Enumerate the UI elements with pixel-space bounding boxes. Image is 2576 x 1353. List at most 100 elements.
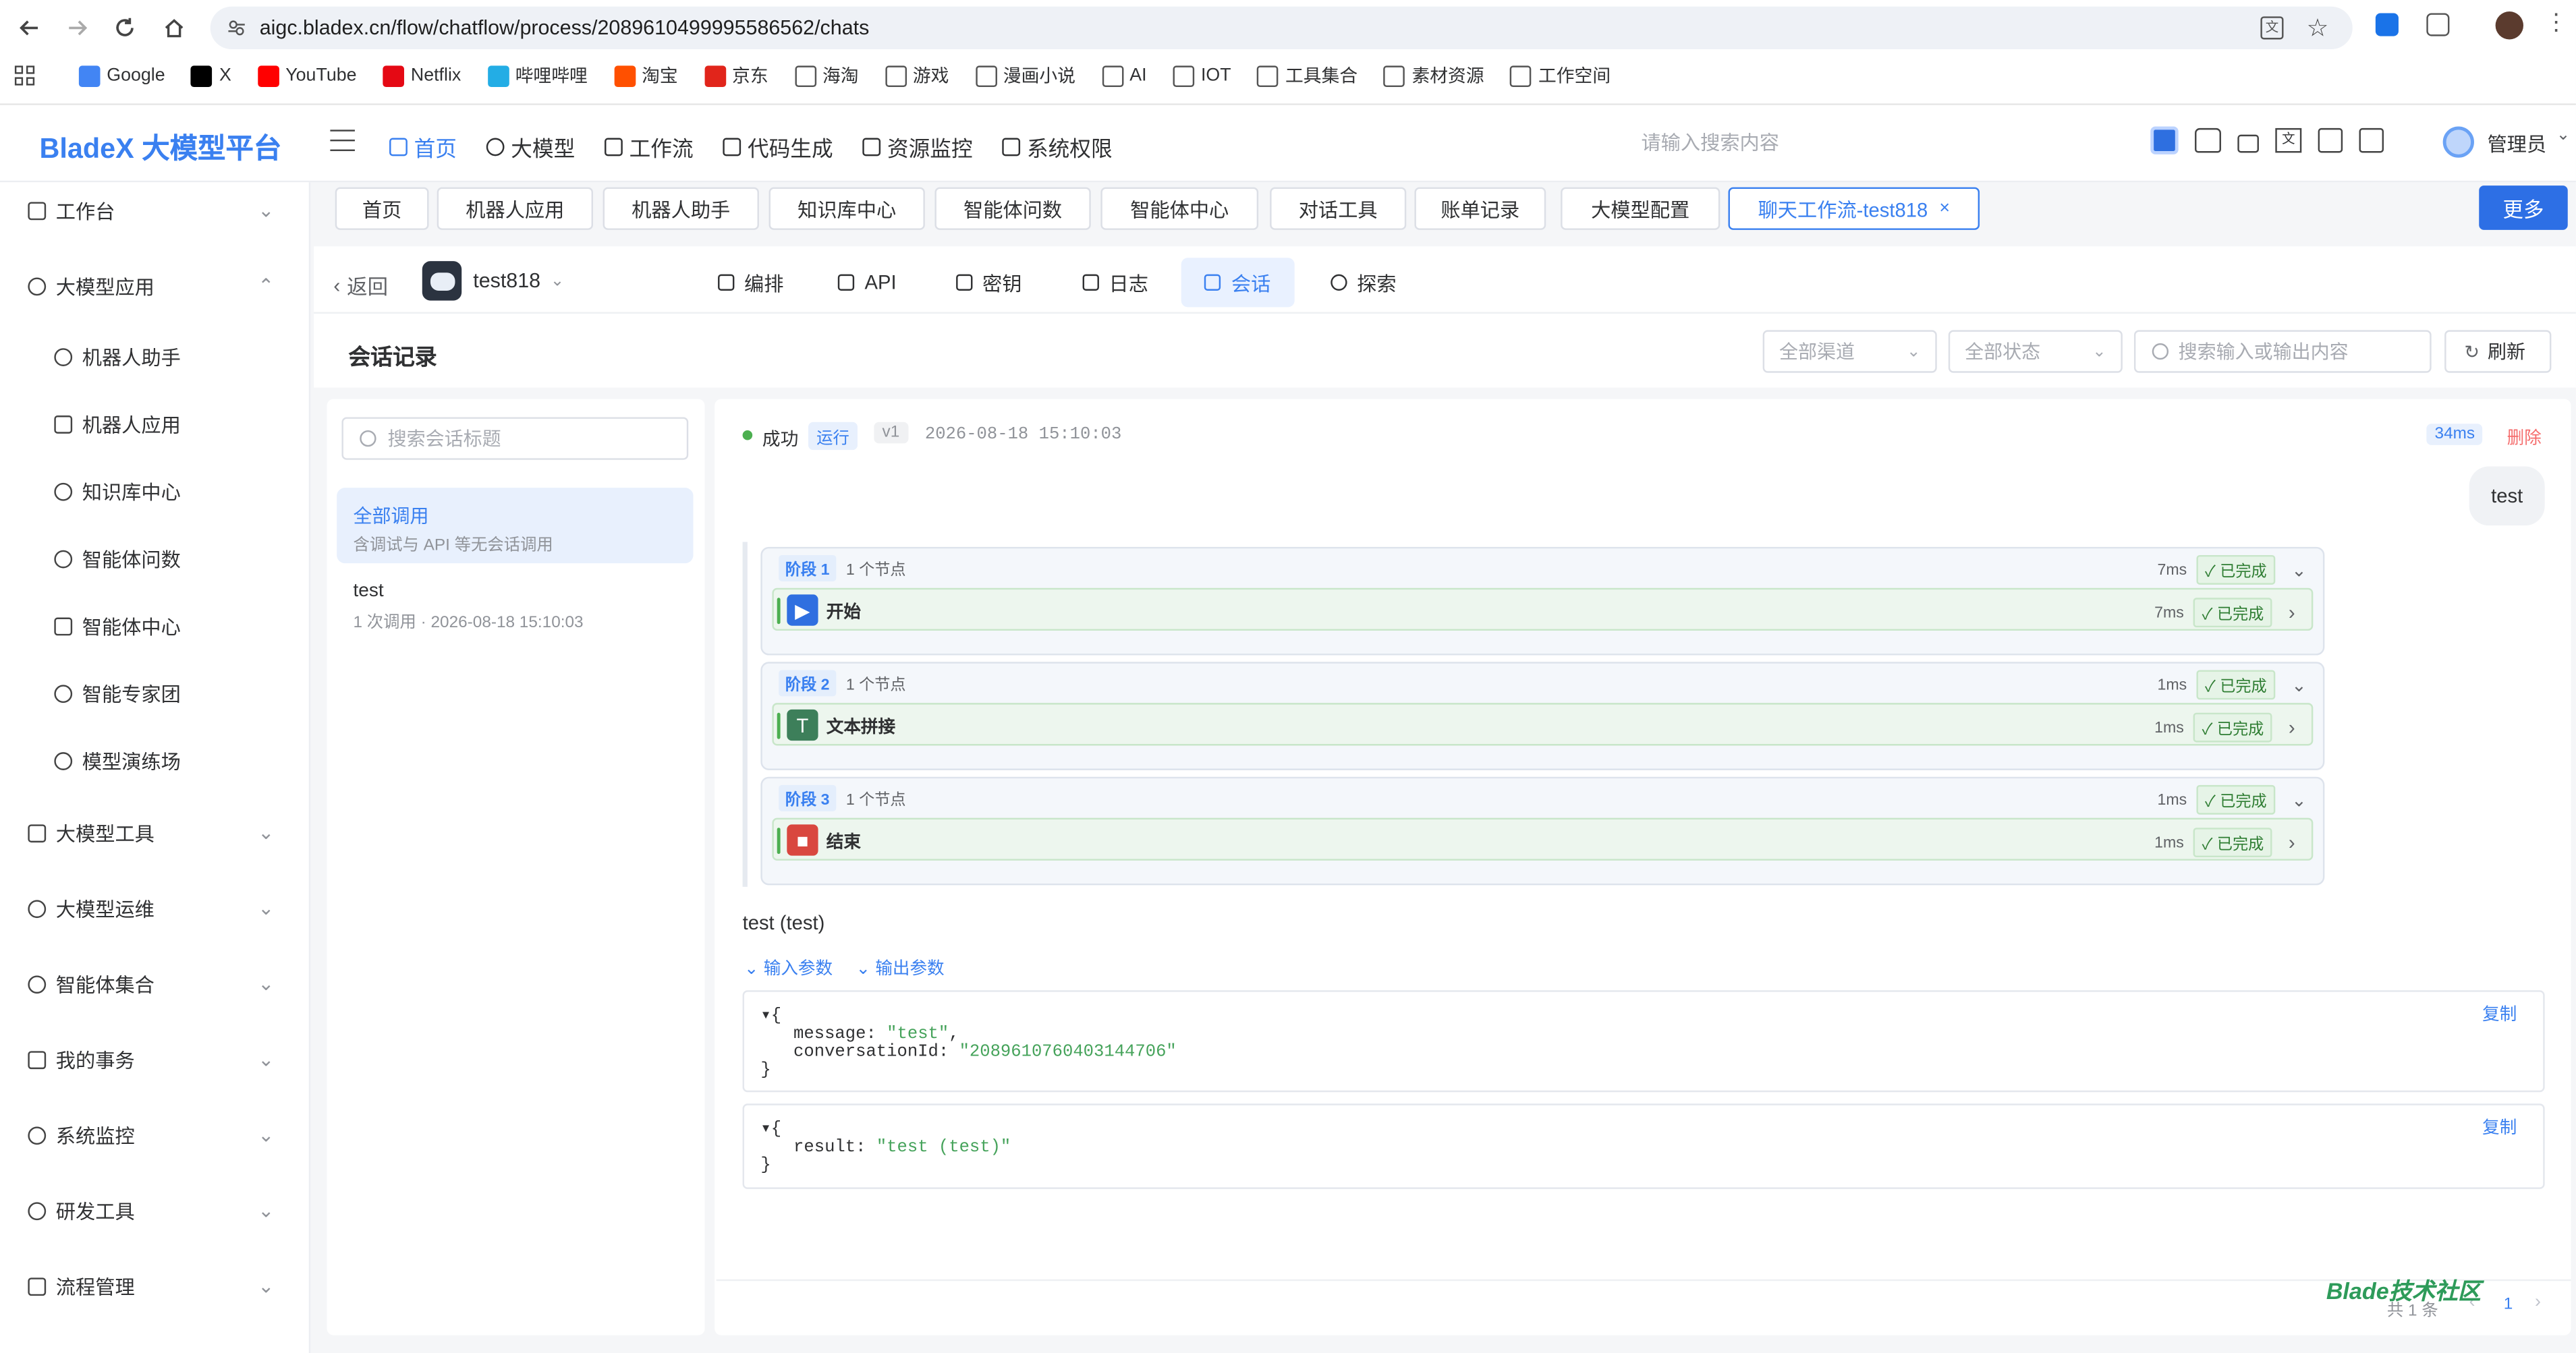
- sidebar-item-2[interactable]: 机器人助手: [0, 327, 310, 386]
- json-collapse-icon[interactable]: ▾{: [760, 1005, 781, 1027]
- sidebar-item-1[interactable]: 大模型应用 ⌃: [0, 256, 310, 316]
- stage-header[interactable]: 阶段 2 1 个节点 1ms ✓ 已完成 ⌄: [762, 664, 2323, 703]
- sidebar-item-10[interactable]: 大模型运维 ⌄: [0, 879, 310, 938]
- sidebar-item-7[interactable]: 智能专家团: [0, 664, 310, 723]
- bookmark-ai[interactable]: AI: [1101, 59, 1147, 92]
- node-row[interactable]: ■ 结束 1ms ✓ 已完成 ›: [772, 817, 2314, 861]
- subnav-chat[interactable]: 会话: [1181, 258, 1295, 308]
- subnav-sliders[interactable]: 编排: [703, 258, 798, 307]
- node-row[interactable]: T 文本拼接 1ms ✓ 已完成 ›: [772, 703, 2314, 746]
- bookmark-jd[interactable]: 京东: [704, 59, 768, 92]
- reload-icon[interactable]: [109, 11, 142, 45]
- subnav-key[interactable]: 密钥: [945, 258, 1033, 307]
- chevron-down-icon[interactable]: ⌄: [2291, 559, 2306, 581]
- content-search-input[interactable]: 搜索输入或输出内容: [2133, 330, 2432, 373]
- back-icon[interactable]: [13, 11, 46, 45]
- tab-4[interactable]: 智能体问数: [934, 187, 1091, 230]
- bookmark-netflix[interactable]: Netflix: [383, 59, 461, 92]
- bookmark-youtube[interactable]: YouTube: [257, 59, 357, 92]
- screen-lock-icon[interactable]: [2359, 127, 2384, 153]
- bookmark-taobao[interactable]: 淘宝: [613, 59, 678, 92]
- top-nav-shield[interactable]: 系统权限: [1002, 132, 1113, 163]
- channel-select[interactable]: 全部渠道 ⌄: [1762, 330, 1937, 373]
- bookmark-games[interactable]: 游戏: [885, 59, 949, 92]
- bookmark-x[interactable]: X: [191, 59, 231, 92]
- bookmark-iot[interactable]: IOT: [1173, 59, 1231, 92]
- tab-8[interactable]: 大模型配置: [1561, 187, 1720, 230]
- top-nav-code[interactable]: 代码生成: [723, 132, 833, 163]
- user-avatar[interactable]: [2442, 126, 2474, 158]
- sidebar-item-14[interactable]: 研发工具 ⌄: [0, 1181, 310, 1240]
- chevron-down-icon[interactable]: ⌄: [2291, 789, 2306, 810]
- sidebar-item-12[interactable]: 我的事务 ⌄: [0, 1030, 310, 1089]
- user-name[interactable]: 管理员: [2487, 129, 2546, 157]
- menu-toggle-icon[interactable]: [330, 129, 355, 152]
- bookmark-google[interactable]: Google: [78, 59, 165, 92]
- lock-icon[interactable]: [2237, 134, 2259, 153]
- sidebar-item-5[interactable]: 智能体问数: [0, 529, 310, 588]
- top-nav-workflow[interactable]: 工作流: [605, 132, 694, 163]
- top-nav-model[interactable]: 大模型: [486, 132, 575, 163]
- tab-2[interactable]: 机器人助手: [603, 187, 759, 230]
- bookmark-haitao[interactable]: 海淘: [794, 59, 859, 92]
- top-nav-home[interactable]: 首页: [389, 132, 457, 163]
- close-icon[interactable]: ×: [1939, 199, 1950, 219]
- copy-output-button[interactable]: 复制: [2482, 1115, 2517, 1140]
- notify-icon[interactable]: [2150, 126, 2179, 154]
- status-select[interactable]: 全部状态 ⌄: [1948, 330, 2123, 373]
- bookmark-tools[interactable]: 工具集合: [1257, 59, 1357, 92]
- tab-1[interactable]: 机器人应用: [437, 187, 593, 230]
- star-icon[interactable]: ☆: [2307, 13, 2329, 42]
- bookmark-comics[interactable]: 漫画小说: [975, 59, 1075, 92]
- extensions-puzzle-icon[interactable]: [2426, 13, 2450, 36]
- home-icon[interactable]: [158, 11, 191, 45]
- conversation-item-all[interactable]: 全部调用 含调试与 API 等无会话调用: [337, 488, 694, 564]
- bookmark-workspace[interactable]: 工作空间: [1510, 59, 1611, 92]
- delete-button[interactable]: 删除: [2507, 426, 2542, 451]
- node-row[interactable]: ▶ 开始 7ms ✓ 已完成 ›: [772, 587, 2314, 631]
- app-selector[interactable]: test818 ⌄: [473, 269, 564, 292]
- chevron-down-icon[interactable]: ⌄: [2291, 674, 2306, 695]
- apps-grid-icon[interactable]: [14, 65, 35, 86]
- app-logo[interactable]: BladeX 大模型平台: [39, 125, 281, 166]
- chevron-right-icon[interactable]: ›: [2289, 716, 2295, 739]
- bookmark-assets[interactable]: 素材资源: [1384, 59, 1484, 92]
- sidebar-item-9[interactable]: 大模型工具 ⌄: [0, 803, 310, 863]
- back-button[interactable]: ‹ 返回: [333, 269, 388, 300]
- site-info-icon[interactable]: [227, 18, 246, 38]
- bookmark-bilibili[interactable]: 哔哩哔哩: [487, 59, 588, 92]
- stage-header[interactable]: 阶段 3 1 个节点 1ms ✓ 已完成 ⌄: [762, 778, 2323, 817]
- fullscreen-icon[interactable]: [2318, 127, 2343, 153]
- shirt-theme-icon[interactable]: [2195, 127, 2221, 153]
- sidebar-item-13[interactable]: 系统监控 ⌄: [0, 1105, 310, 1165]
- copy-input-button[interactable]: 复制: [2482, 1002, 2517, 1027]
- tab-3[interactable]: 知识库中心: [768, 187, 925, 230]
- sidebar-item-3[interactable]: 机器人应用: [0, 394, 310, 453]
- subnav-log[interactable]: 日志: [1068, 258, 1163, 307]
- refresh-button[interactable]: ↻ 刷新: [2444, 330, 2552, 373]
- user-dropdown-icon[interactable]: ⌄: [2556, 126, 2570, 144]
- top-nav-monitor[interactable]: 资源监控: [862, 132, 973, 163]
- current-page[interactable]: 1: [2504, 1296, 2513, 1314]
- tab-5[interactable]: 智能体中心: [1100, 187, 1259, 230]
- sidebar-item-0[interactable]: 工作台 ⌄: [0, 181, 310, 240]
- sidebar-item-8[interactable]: 模型演练场: [0, 731, 310, 790]
- profile-avatar[interactable]: [2495, 11, 2524, 40]
- global-search-input[interactable]: 请输入搜索内容: [1641, 128, 1779, 156]
- next-page-icon[interactable]: ›: [2535, 1292, 2541, 1312]
- sidebar-item-15[interactable]: 流程管理 ⌄: [0, 1257, 310, 1316]
- stage-header[interactable]: 阶段 1 1 个节点 7ms ✓ 已完成 ⌄: [762, 548, 2323, 587]
- input-params-toggle[interactable]: ⌄ 输入参数: [744, 956, 833, 981]
- chrome-menu-icon[interactable]: ⋮: [2545, 8, 2568, 36]
- translate-icon[interactable]: 文: [2260, 16, 2284, 40]
- conversation-item-test[interactable]: test 1 次调用 · 2026-08-18 15:10:03: [337, 570, 693, 639]
- sidebar-item-6[interactable]: 智能体中心: [0, 596, 310, 656]
- extension-icon[interactable]: [2375, 13, 2399, 36]
- language-icon[interactable]: 文: [2275, 127, 2302, 153]
- tab-7[interactable]: 账单记录: [1414, 187, 1546, 230]
- output-params-toggle[interactable]: ⌄ 输出参数: [856, 956, 945, 981]
- tab-0[interactable]: 首页: [335, 187, 429, 230]
- sidebar-item-4[interactable]: 知识库中心: [0, 461, 310, 521]
- subnav-compass[interactable]: 探索: [1314, 258, 1413, 307]
- chevron-right-icon[interactable]: ›: [2289, 831, 2295, 854]
